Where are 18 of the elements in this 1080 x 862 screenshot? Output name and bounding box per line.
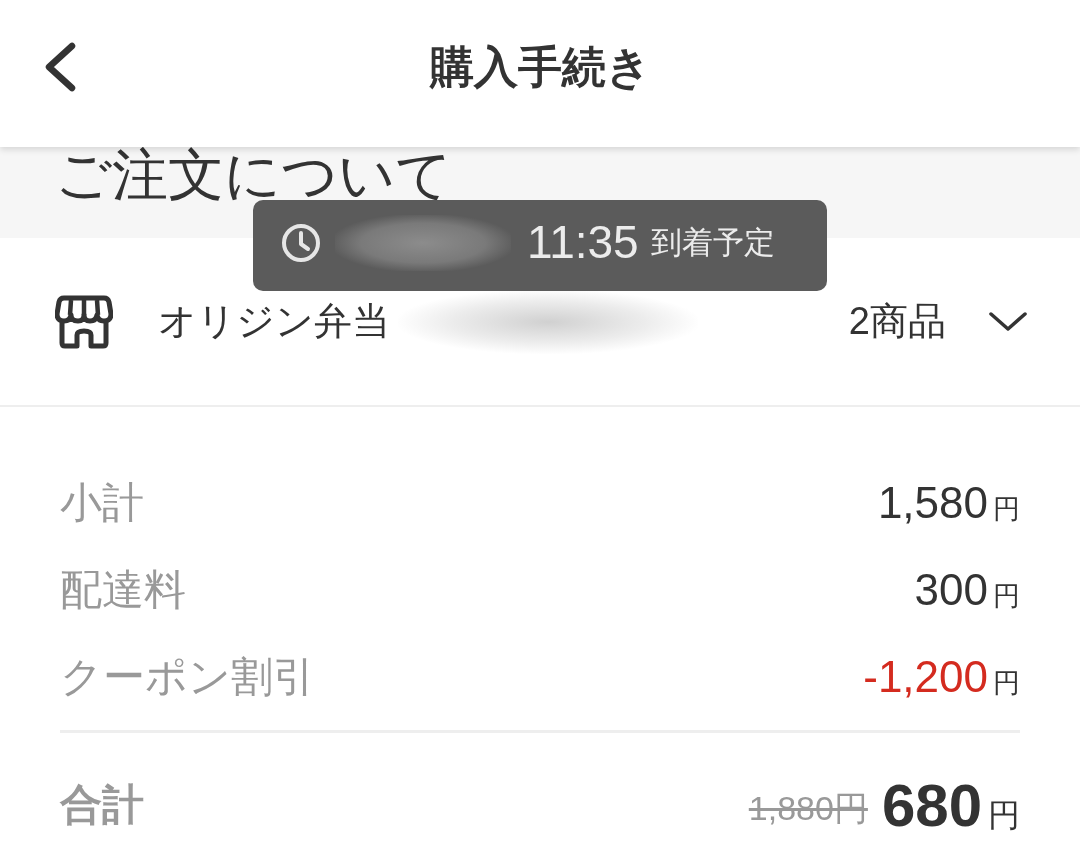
- price-value: 1,580 円: [877, 477, 1020, 528]
- shop-icon: [55, 294, 113, 349]
- item-count: 2商品: [848, 299, 946, 344]
- arrival-time: 11:35: [527, 217, 639, 268]
- chevron-icon[interactable]: [988, 310, 1028, 333]
- total-price: 680 円: [881, 770, 1020, 840]
- summary-label: 小計: [60, 477, 144, 528]
- arrival-label: 到着予定: [650, 223, 775, 262]
- page-title: 購入手続き: [429, 41, 651, 94]
- summary-label: クーポン割引: [60, 651, 315, 702]
- section-title: ご注文について: [55, 149, 452, 201]
- price-value: -1,200 円: [863, 651, 1020, 702]
- store-name: オリジン弁当: [158, 299, 390, 344]
- total-label: 合計: [60, 780, 144, 830]
- summary-label: 配達料: [60, 564, 186, 615]
- price-value: 300 円: [914, 564, 1020, 615]
- original-price: 1,880円: [748, 788, 868, 829]
- clock-icon: [281, 222, 321, 263]
